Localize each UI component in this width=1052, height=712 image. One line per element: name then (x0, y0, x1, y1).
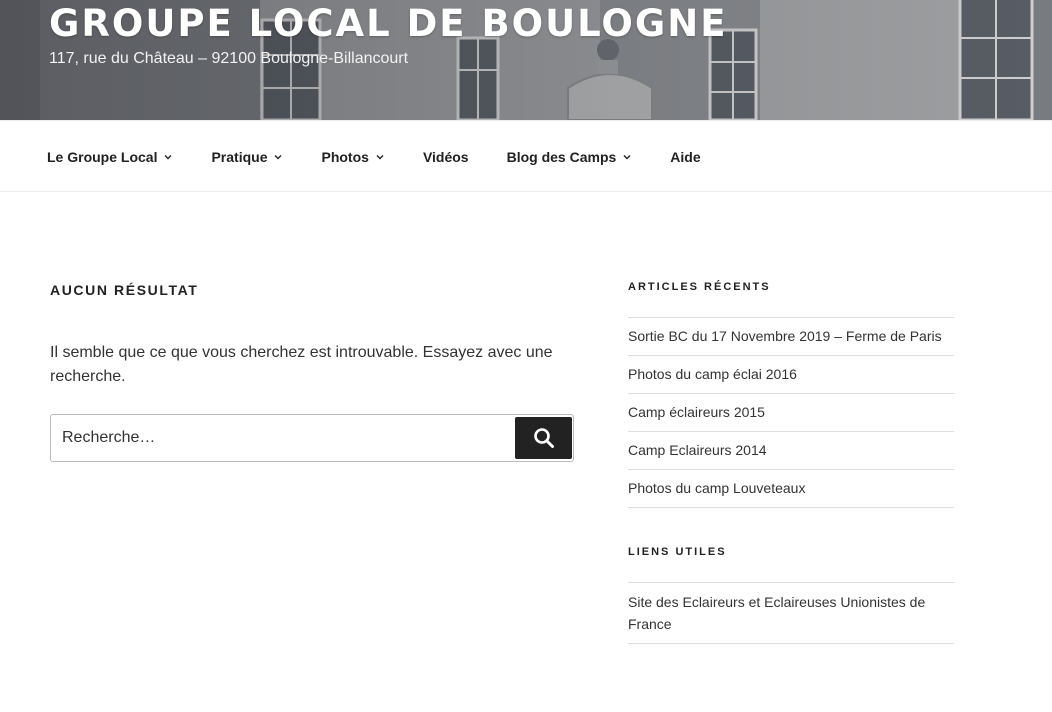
nav-item-label: Pratique (211, 149, 268, 165)
nav-item-photos[interactable]: Photos (321, 149, 384, 165)
list-item: Sortie BC du 17 Novembre 2019 – Ferme de… (628, 318, 954, 356)
nav-item-videos[interactable]: Vidéos (423, 149, 469, 165)
recent-post-link[interactable]: Sortie BC du 17 Novembre 2019 – Ferme de… (628, 328, 942, 344)
recent-posts-title: ARTICLES RÉCENTS (628, 281, 771, 293)
nav-item-label: Le Groupe Local (47, 149, 158, 165)
nav-menu: Le Groupe Local Pratique Photos Vidéos B… (47, 121, 739, 193)
nav-item-pratique[interactable]: Pratique (211, 149, 283, 165)
search-button[interactable] (515, 417, 572, 459)
recent-post-link[interactable]: Camp Eclaireurs 2014 (628, 442, 767, 458)
recent-post-link[interactable]: Photos du camp éclai 2016 (628, 366, 797, 382)
page-title: AUCUN RÉSULTAT (50, 282, 199, 298)
chevron-down-icon (164, 155, 172, 160)
list-item: Photos du camp Louveteaux (628, 470, 954, 508)
site-title[interactable]: GROUPE LOCAL DE BOULOGNE (49, 2, 727, 45)
useful-links-list: Site des Eclaireurs et Eclaireuses Union… (628, 582, 954, 644)
search-icon (533, 428, 554, 448)
recent-post-link[interactable]: Photos du camp Louveteaux (628, 480, 805, 496)
search-form (50, 414, 574, 462)
no-results-message: Il semble que ce que vous cherchez est i… (50, 344, 553, 385)
list-item: Photos du camp éclai 2016 (628, 356, 954, 394)
nav-item-label: Aide (670, 149, 701, 165)
useful-links-title: LIENS UTILES (628, 546, 727, 558)
list-item: Site des Eclaireurs et Eclaireuses Union… (628, 583, 954, 644)
main-navigation: Le Groupe Local Pratique Photos Vidéos B… (0, 120, 1052, 192)
nav-item-le-groupe-local[interactable]: Le Groupe Local (47, 149, 173, 165)
recent-post-link[interactable]: Camp éclaireurs 2015 (628, 404, 765, 420)
search-input[interactable] (51, 415, 513, 461)
nav-item-label: Photos (321, 149, 369, 165)
list-item: Camp éclaireurs 2015 (628, 394, 954, 432)
recent-posts-list: Sortie BC du 17 Novembre 2019 – Ferme de… (628, 317, 954, 508)
site-header: GROUPE LOCAL DE BOULOGNE 117, rue du Châ… (0, 0, 1052, 120)
nav-item-blog-des-camps[interactable]: Blog des Camps (507, 149, 633, 165)
site-description: 117, rue du Château – 92100 Boulogne-Bil… (49, 50, 409, 67)
useful-link[interactable]: Site des Eclaireurs et Eclaireuses Union… (628, 594, 925, 632)
nav-item-aide[interactable]: Aide (670, 149, 700, 165)
nav-item-label: Blog des Camps (506, 149, 617, 165)
chevron-down-icon (376, 155, 384, 160)
chevron-down-icon (623, 155, 631, 160)
nav-item-label: Vidéos (422, 149, 469, 165)
chevron-down-icon (274, 155, 282, 160)
list-item: Camp Eclaireurs 2014 (628, 432, 954, 470)
